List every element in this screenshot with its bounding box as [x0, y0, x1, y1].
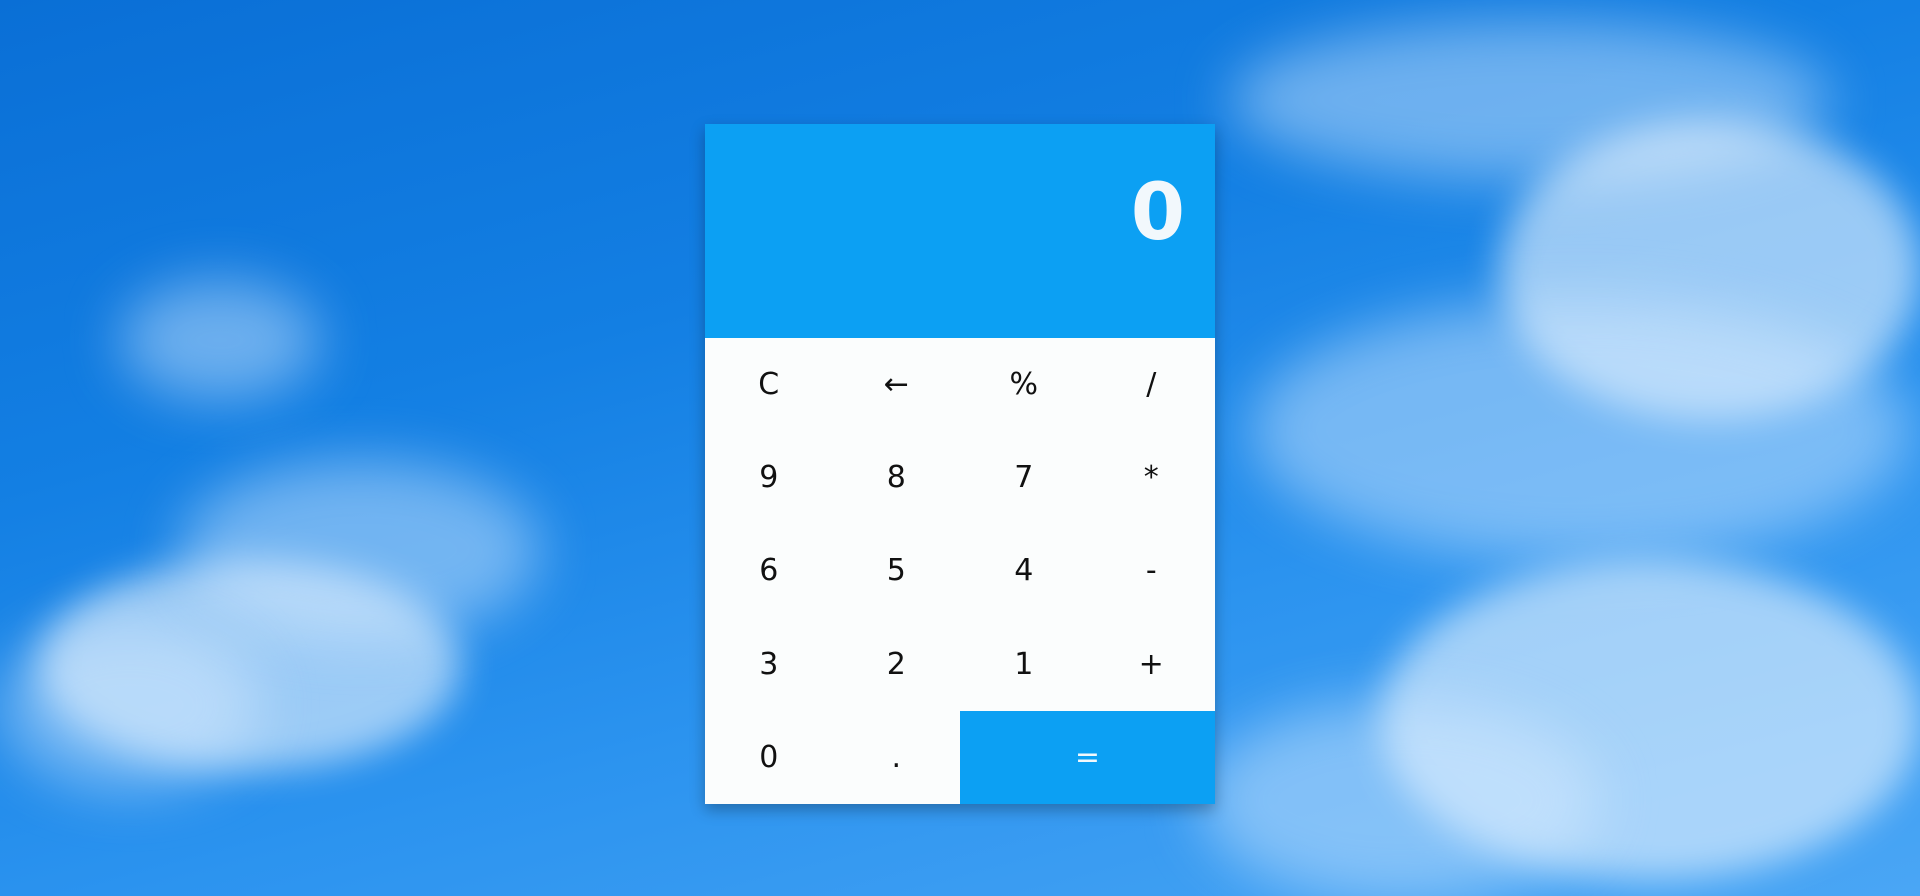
backspace-button[interactable]: ← — [832, 338, 960, 432]
display-value: 0 — [1130, 168, 1185, 258]
digit-2-button[interactable]: 2 — [832, 617, 960, 711]
digit-6-button[interactable]: 6 — [705, 524, 833, 618]
divide-button[interactable]: / — [1087, 338, 1215, 432]
digit-8-button[interactable]: 8 — [832, 431, 960, 525]
decimal-button[interactable]: . — [832, 710, 960, 804]
digit-3-button[interactable]: 3 — [705, 617, 833, 711]
calculator: 0 C ← % / 9 8 7 * 6 5 4 - 3 2 1 + 0 . = — [705, 124, 1215, 804]
multiply-button[interactable]: * — [1087, 431, 1215, 525]
subtract-button[interactable]: - — [1087, 524, 1215, 618]
digit-1-button[interactable]: 1 — [960, 617, 1088, 711]
clear-button[interactable]: C — [705, 338, 833, 432]
digit-0-button[interactable]: 0 — [705, 710, 833, 804]
calculator-display: 0 — [705, 124, 1215, 338]
keypad: C ← % / 9 8 7 * 6 5 4 - 3 2 1 + 0 . = — [705, 338, 1215, 804]
digit-9-button[interactable]: 9 — [705, 431, 833, 525]
digit-5-button[interactable]: 5 — [832, 524, 960, 618]
add-button[interactable]: + — [1087, 617, 1215, 711]
percent-button[interactable]: % — [960, 338, 1088, 432]
digit-7-button[interactable]: 7 — [960, 431, 1088, 525]
equals-button[interactable]: = — [960, 710, 1215, 804]
digit-4-button[interactable]: 4 — [960, 524, 1088, 618]
